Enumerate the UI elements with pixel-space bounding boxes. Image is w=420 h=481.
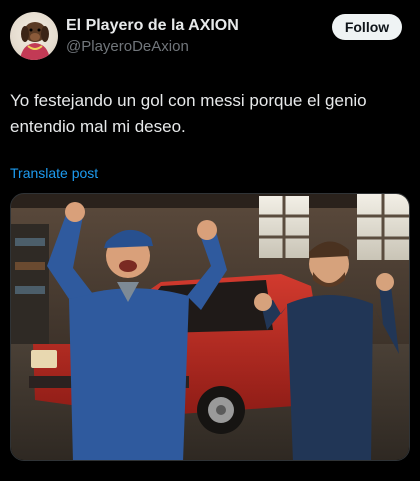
author-display-name[interactable]: El Playero de la AXION [66, 17, 239, 35]
author-handle[interactable]: @PlayeroDeAxion [66, 38, 189, 55]
dog-avatar-icon [20, 22, 50, 60]
post-text: Yo festejando un gol con messi porque el… [10, 91, 367, 136]
photo-image [11, 194, 409, 460]
follow-button[interactable]: Follow [332, 14, 402, 40]
translate-post-link[interactable]: Translate post [10, 165, 98, 181]
post-photo[interactable] [10, 193, 410, 461]
author-avatar[interactable] [10, 12, 58, 60]
